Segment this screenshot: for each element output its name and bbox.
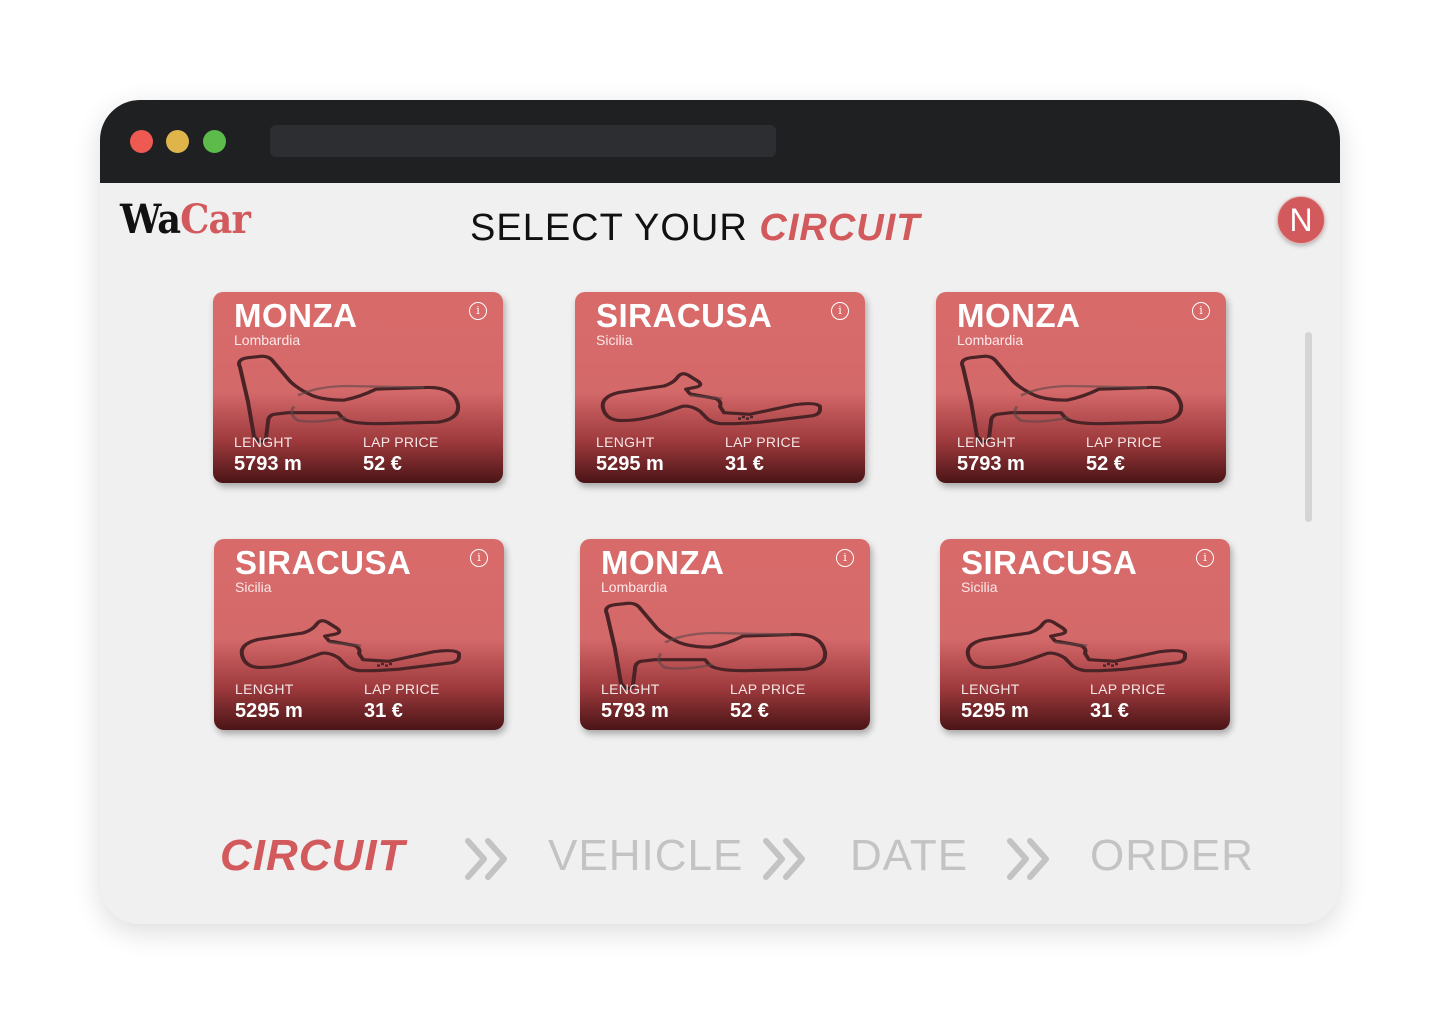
info-icon[interactable]: i: [831, 302, 849, 320]
title-bar: [100, 100, 1340, 183]
lap-price-value: 31 €: [364, 700, 403, 722]
browser-window: WaCar SELECT YOUR CIRCUIT N MONZA Lombard…: [100, 100, 1340, 924]
close-window-button[interactable]: [130, 130, 153, 153]
length-label: LENGHT: [601, 681, 660, 697]
circuit-name: SIRACUSA: [235, 544, 412, 581]
info-icon[interactable]: i: [1192, 302, 1210, 320]
length-label: LENGHT: [961, 681, 1020, 697]
lap-price-label: LAP PRICE: [363, 434, 439, 450]
step-order[interactable]: ORDER: [1090, 831, 1254, 881]
length-value: 5793 m: [234, 453, 302, 475]
lap-price-value: 31 €: [725, 453, 764, 475]
chevron-double-right-icon: [1007, 838, 1049, 880]
lap-price-label: LAP PRICE: [364, 681, 440, 697]
circuit-card[interactable]: SIRACUSA Sicilia i LENGHT LAP PRICE 5295 m 31 …: [214, 539, 504, 730]
vertical-scrollbar[interactable]: [1305, 332, 1312, 522]
lap-price-value: 31 €: [1090, 700, 1129, 722]
lap-price-label: LAP PRICE: [725, 434, 801, 450]
lap-price-value: 52 €: [730, 700, 769, 722]
user-avatar[interactable]: N: [1277, 196, 1325, 244]
lap-price-value: 52 €: [363, 453, 402, 475]
circuit-name: MONZA: [957, 297, 1081, 334]
length-label: LENGHT: [596, 434, 655, 450]
length-label: LENGHT: [234, 434, 293, 450]
circuit-name: MONZA: [234, 297, 358, 334]
length-value: 5295 m: [596, 453, 664, 475]
length-value: 5793 m: [957, 453, 1025, 475]
circuit-name: MONZA: [601, 544, 725, 581]
info-icon[interactable]: i: [469, 302, 487, 320]
info-icon[interactable]: i: [1196, 549, 1214, 567]
circuit-name: SIRACUSA: [596, 297, 773, 334]
chevron-double-right-icon: [763, 838, 805, 880]
minimize-window-button[interactable]: [166, 130, 189, 153]
length-label: LENGHT: [957, 434, 1016, 450]
lap-price-label: LAP PRICE: [1090, 681, 1166, 697]
logo-text-car: Car: [180, 196, 251, 243]
circuit-card[interactable]: MONZA Lombardia i LENGHT LAP PRICE 5793 m 52 €: [580, 539, 870, 730]
step-vehicle[interactable]: VEHICLE: [548, 831, 743, 881]
info-icon[interactable]: i: [836, 549, 854, 567]
page-title-plain: SELECT YOUR: [470, 207, 748, 249]
step-circuit[interactable]: CIRCUIT: [220, 831, 405, 881]
page-title-accent: CIRCUIT: [759, 207, 921, 249]
booking-steps: CIRCUIT VEHICLE DATE ORDER: [100, 825, 1340, 895]
chevron-double-right-icon: [465, 838, 507, 880]
length-value: 5295 m: [235, 700, 303, 722]
circuit-card[interactable]: SIRACUSA Sicilia i LENGHT LAP PRICE 5295 m 31 …: [575, 292, 865, 483]
step-date[interactable]: DATE: [850, 831, 968, 881]
info-icon[interactable]: i: [470, 549, 488, 567]
app-logo[interactable]: WaCar: [120, 196, 251, 243]
circuit-card[interactable]: MONZA Lombardia i LENGHT LAP PRICE 5793 m 52 €: [213, 292, 503, 483]
page-title: SELECT YOUR CIRCUIT: [470, 207, 920, 250]
lap-price-label: LAP PRICE: [730, 681, 806, 697]
logo-text-wa: Wa: [120, 196, 181, 243]
maximize-window-button[interactable]: [203, 130, 226, 153]
length-value: 5295 m: [961, 700, 1029, 722]
circuit-name: SIRACUSA: [961, 544, 1138, 581]
length-value: 5793 m: [601, 700, 669, 722]
length-label: LENGHT: [235, 681, 294, 697]
lap-price-value: 52 €: [1086, 453, 1125, 475]
lap-price-label: LAP PRICE: [1086, 434, 1162, 450]
address-bar[interactable]: [270, 125, 776, 157]
circuit-card[interactable]: SIRACUSA Sicilia i LENGHT LAP PRICE 5295 m 31 …: [940, 539, 1230, 730]
circuit-card[interactable]: MONZA Lombardia i LENGHT LAP PRICE 5793 m 52 €: [936, 292, 1226, 483]
